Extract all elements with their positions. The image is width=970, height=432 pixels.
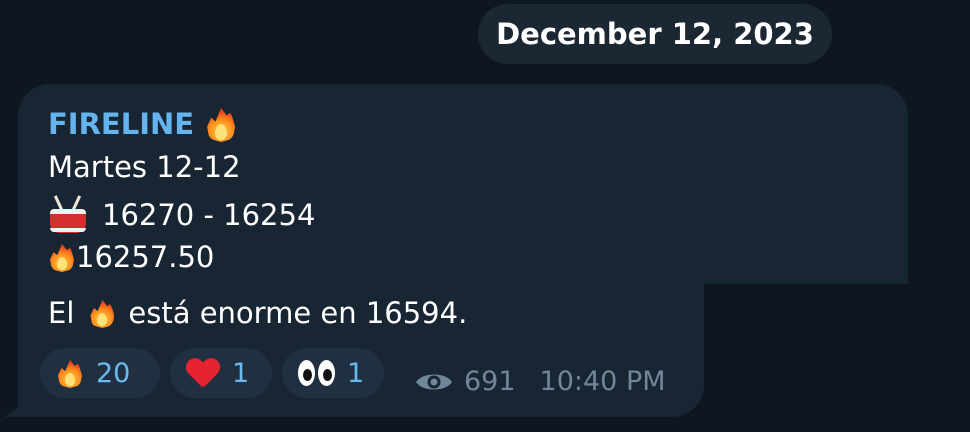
fire-icon	[204, 104, 238, 144]
sender-label: FIRELINE	[48, 107, 195, 141]
reaction-count: 1	[232, 357, 250, 389]
reaction-fire[interactable]: 20	[40, 348, 160, 398]
chat-view: December 12, 2023 FIRELINE Martes 12-12 …	[0, 0, 970, 432]
view-count: 691	[464, 366, 516, 397]
message-line-text: está enorme en 16594.	[128, 296, 468, 330]
date-label: December 12, 2023	[496, 17, 814, 51]
message-line-text: 16257.50	[76, 240, 215, 274]
message-line: Martes 12-12	[48, 150, 241, 184]
message-time: 10:40 PM	[539, 366, 666, 397]
views-eye-icon	[416, 374, 452, 389]
message-line-text: Martes 12-12	[48, 150, 241, 184]
eyes-icon	[298, 360, 335, 386]
fire-icon	[88, 297, 116, 329]
reaction-heart[interactable]: 1	[170, 348, 272, 398]
drum-icon	[48, 195, 88, 235]
sender-name[interactable]: FIRELINE	[48, 104, 238, 144]
reaction-count: 1	[347, 357, 365, 389]
reaction-count: 20	[96, 357, 131, 389]
message-line: 16270 - 16254	[48, 195, 315, 235]
message-line-text: 16270 - 16254	[102, 198, 316, 232]
date-separator: December 12, 2023	[478, 4, 832, 64]
message-line-text: El	[48, 296, 75, 330]
clipped-text-line	[70, 284, 470, 290]
message-line: 16257.50	[48, 240, 214, 274]
message-line: El está enorme en 16594.	[48, 296, 467, 330]
heart-icon	[186, 357, 220, 389]
fire-icon	[48, 241, 76, 273]
fire-icon	[56, 357, 84, 389]
message-meta: 691 10:40 PM	[414, 366, 666, 397]
reaction-eyes[interactable]: 1	[282, 348, 384, 398]
